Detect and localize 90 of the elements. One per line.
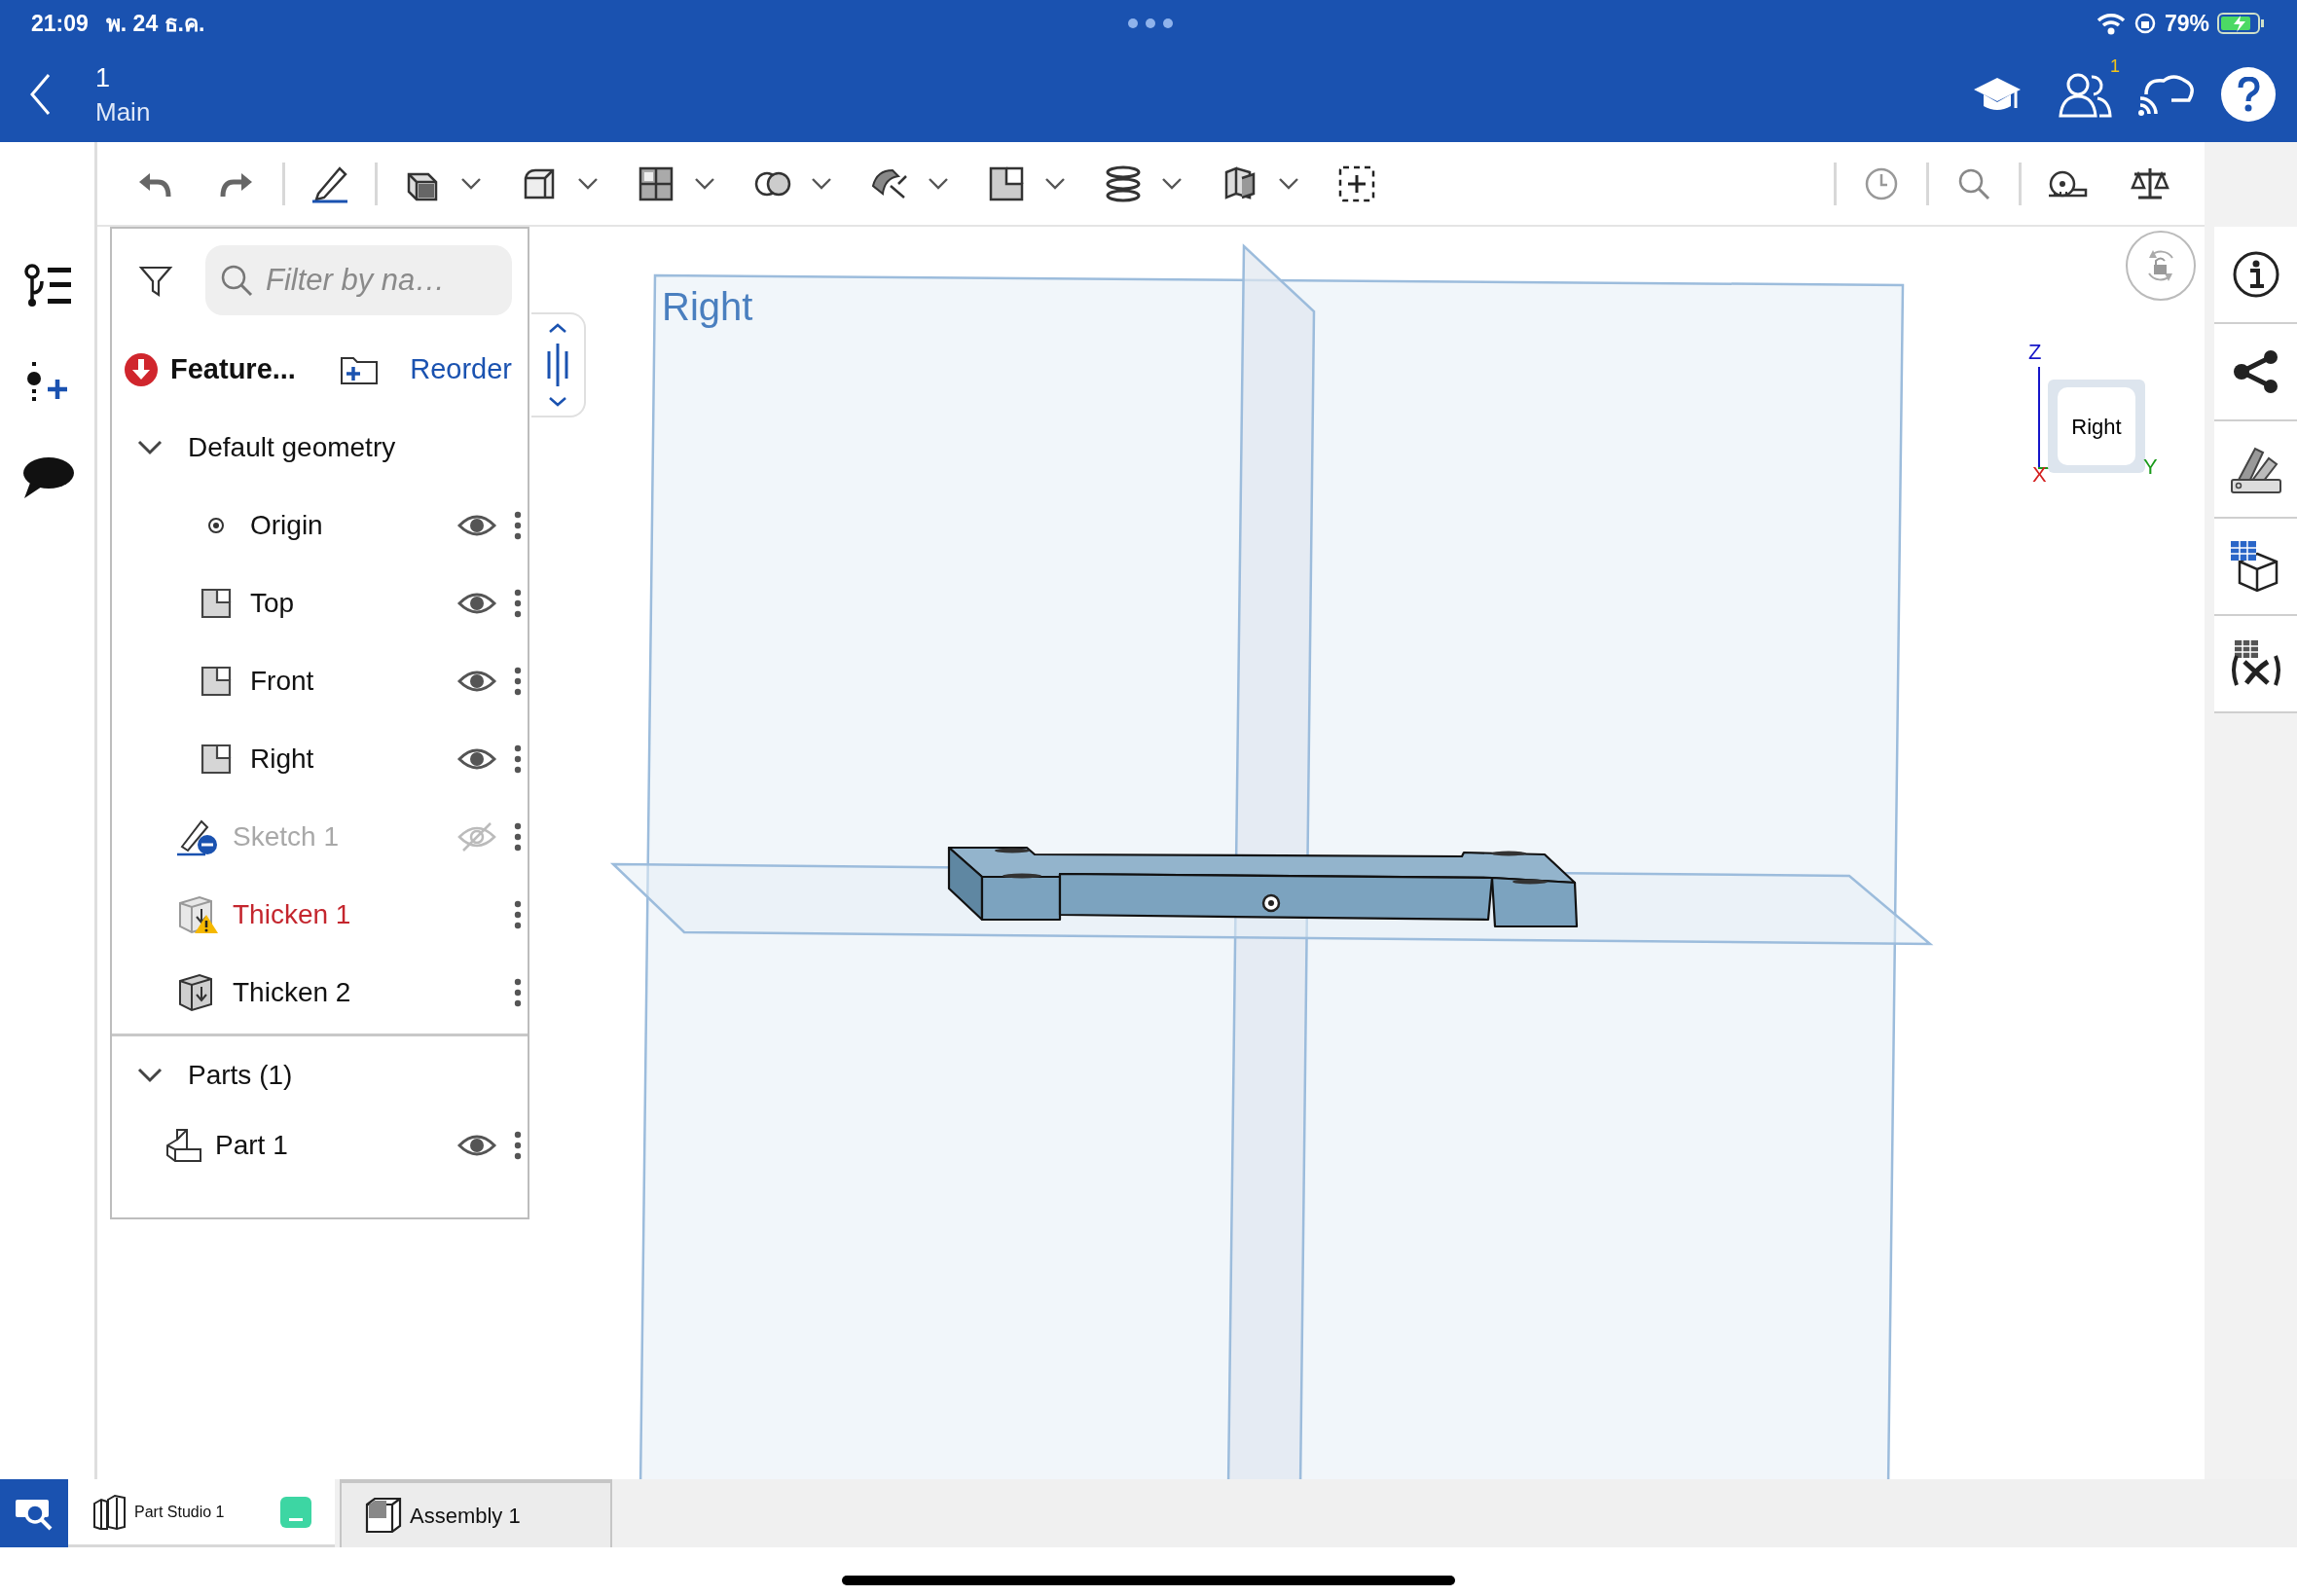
feature-list-title: Feature... [170, 352, 296, 387]
rotation-lock-icon [2133, 12, 2157, 35]
variables-button[interactable] [2214, 616, 2297, 713]
question-mark-icon [2237, 77, 2260, 112]
tree-item[interactable]: Thicken 1 [112, 876, 528, 954]
workspace-name: Main [95, 98, 151, 125]
axis-label: X [2032, 464, 2047, 486]
tree-item-label: Thicken 2 [233, 976, 351, 1009]
tab-search-button[interactable] [0, 1479, 68, 1547]
tree-item-label: Part 1 [215, 1129, 288, 1162]
battery-percentage: 79% [2164, 9, 2209, 38]
cube-face-label: Right [2071, 413, 2122, 441]
more-icon [514, 1131, 522, 1160]
more-icon [514, 900, 522, 929]
caret-icon[interactable] [694, 176, 715, 191]
tree-item-label: Right [250, 743, 314, 776]
group-label: Parts (1) [188, 1059, 293, 1092]
part-model[interactable] [947, 846, 1579, 928]
error-icon [124, 352, 159, 387]
panel-resize-handle[interactable] [531, 312, 586, 417]
more-icon [514, 667, 522, 696]
sketch-icon [176, 817, 219, 856]
axis-label: Y [2143, 456, 2158, 478]
thicken-warning-icon [176, 895, 219, 934]
reorder-link[interactable]: Reorder [410, 348, 512, 391]
tree-item[interactable]: Origin [112, 487, 528, 564]
document-title: 1 [95, 64, 112, 91]
share-button[interactable] [2214, 324, 2297, 421]
chevron-down-icon[interactable] [137, 1068, 163, 1083]
more-icon[interactable] [1127, 18, 1175, 29]
caret-icon[interactable] [1161, 176, 1183, 191]
color-swatch-icon [2229, 445, 2282, 493]
eye-slash-icon [457, 821, 496, 852]
wifi-icon [2096, 12, 2126, 35]
cloud-signal-icon [2136, 73, 2197, 116]
group-label: Default geometry [188, 431, 396, 464]
view-cube[interactable]: Right [2048, 380, 2145, 473]
tree-item[interactable]: Front [112, 642, 528, 720]
tree-item-label: Front [250, 665, 314, 698]
resize-handle-icon [545, 322, 570, 408]
axis-label: Z [2028, 342, 2042, 363]
document-tab[interactable]: Part Studio 1 [68, 1479, 335, 1547]
document-tab[interactable]: Assembly 1 [340, 1479, 612, 1547]
plane-icon [200, 743, 233, 776]
dashed-plus-icon [1337, 163, 1376, 203]
helix-icon [1104, 163, 1143, 203]
part-studio-icon [91, 1493, 127, 1531]
more-icon [514, 978, 522, 1007]
appearance-button[interactable] [2214, 421, 2297, 519]
origin-icon [207, 517, 225, 534]
tree-item[interactable]: Thicken 2 [112, 954, 528, 1032]
caret-icon[interactable] [460, 176, 482, 191]
status-time: 21:09 [31, 9, 89, 38]
more-icon [514, 511, 522, 540]
caret-icon[interactable] [577, 176, 599, 191]
share-icon [2231, 347, 2280, 396]
plane-label: Right [662, 284, 753, 330]
caret-icon[interactable] [1044, 176, 1066, 191]
clock-icon [1864, 165, 1899, 201]
tree-item-label: Thicken 1 [233, 898, 351, 931]
caret-icon[interactable] [928, 176, 949, 191]
more-icon [514, 589, 522, 618]
tree-item[interactable]: Right [112, 720, 528, 798]
part-color-icon [280, 1496, 311, 1528]
folder-add-icon [340, 354, 380, 385]
status-date: พ. 24 ธ.ค. [105, 9, 205, 38]
tree-item-label: Origin [250, 509, 323, 542]
chevron-down-icon[interactable] [137, 440, 163, 455]
tree-item-label: Sketch 1 [233, 820, 339, 853]
bill-of-materials-button[interactable] [2214, 519, 2297, 616]
more-icon [514, 744, 522, 774]
filter-field[interactable]: Filter by na… [205, 244, 512, 315]
plane-icon [200, 665, 233, 698]
tree-item[interactable]: Top [112, 564, 528, 642]
plane-icon [200, 587, 233, 620]
assembly-icon [365, 1497, 402, 1534]
help-button[interactable] [2221, 67, 2276, 122]
origin-marker [1261, 893, 1281, 913]
users-icon [2057, 71, 2113, 118]
part-icon [165, 1128, 202, 1163]
more-icon [514, 822, 522, 852]
back-icon [29, 73, 51, 116]
tree-item[interactable]: Part 1 [112, 1114, 528, 1177]
caret-icon[interactable] [1278, 176, 1299, 191]
tree-item-label: Top [250, 587, 295, 620]
info-icon [2231, 250, 2280, 299]
info-button[interactable] [2214, 227, 2297, 324]
collaborator-count: 1 [2110, 55, 2120, 78]
caret-icon[interactable] [811, 176, 832, 191]
battery-icon [2217, 12, 2266, 35]
